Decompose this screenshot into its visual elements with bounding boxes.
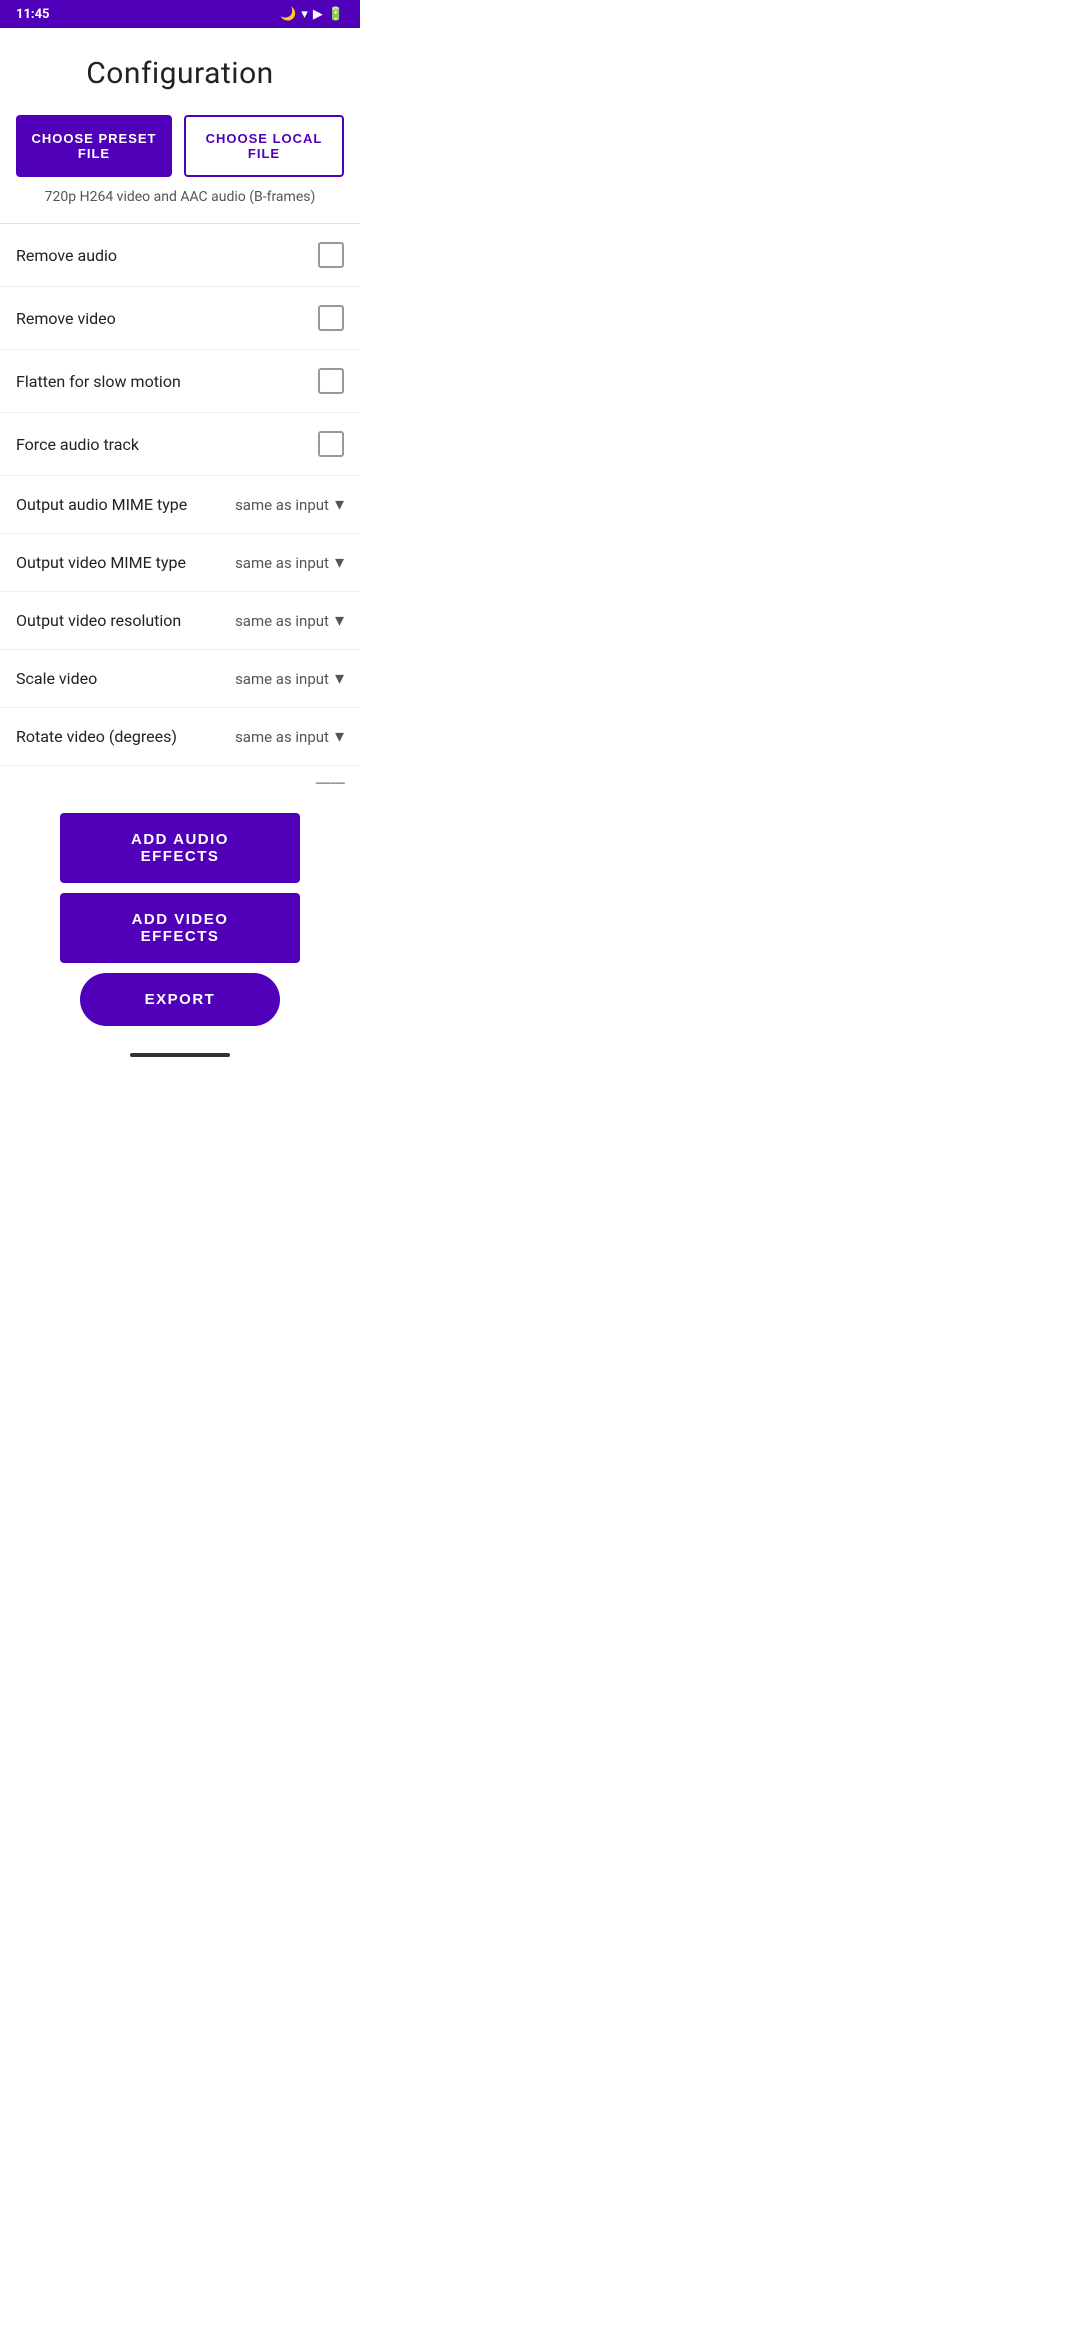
option-output-audio-mime-label: Output audio MIME type [16, 495, 235, 514]
option-force-audio-track-checkbox[interactable] [318, 431, 344, 457]
option-output-video-mime-value: same as input [235, 554, 329, 572]
option-scale-video-label: Scale video [16, 669, 235, 688]
option-rotate-video-dropdown[interactable]: same as input ▾ [235, 726, 344, 747]
option-rotate-video-label: Rotate video (degrees) [16, 727, 235, 746]
status-battery-icon: 🔋 [328, 7, 344, 22]
home-indicator [0, 1046, 360, 1070]
options-list: Remove audio Remove video Flatten for sl… [0, 224, 360, 766]
option-output-audio-mime: Output audio MIME type same as input ▾ [0, 476, 360, 534]
option-output-audio-mime-value: same as input [235, 496, 329, 514]
option-remove-video-label: Remove video [16, 309, 318, 328]
status-bar: 11:45 🌙 ▾ ▶ 🔋 [0, 0, 360, 28]
option-force-audio-track: Force audio track [0, 413, 360, 476]
export-button[interactable]: EXPORT [80, 973, 280, 1026]
option-force-audio-track-label: Force audio track [16, 435, 318, 454]
option-scale-video-dropdown[interactable]: same as input ▾ [235, 668, 344, 689]
preset-description: 720p H264 video and AAC audio (B-frames) [0, 185, 360, 223]
option-remove-video: Remove video [0, 287, 360, 350]
option-remove-audio-label: Remove audio [16, 246, 318, 265]
option-remove-video-checkbox[interactable] [318, 305, 344, 331]
page-header: Configuration [0, 28, 360, 107]
option-output-video-mime: Output video MIME type same as input ▾ [0, 534, 360, 592]
option-output-video-resolution-value: same as input [235, 612, 329, 630]
option-output-video-mime-label: Output video MIME type [16, 553, 235, 572]
option-output-video-resolution: Output video resolution same as input ▾ [0, 592, 360, 650]
choose-local-file-button[interactable]: CHOOSE LOCAL FILE [184, 115, 344, 177]
chevron-down-icon-2: ▾ [335, 552, 344, 573]
option-remove-audio-checkbox[interactable] [318, 242, 344, 268]
action-buttons: ADD AUDIO EFFECTS ADD VIDEO EFFECTS EXPO… [0, 799, 360, 1046]
chevron-down-icon-4: ▾ [335, 668, 344, 689]
page-title: Configuration [16, 56, 344, 91]
status-moon-icon: 🌙 [280, 7, 296, 22]
file-buttons-row: CHOOSE PRESET FILE CHOOSE LOCAL FILE [0, 107, 360, 185]
option-output-video-resolution-label: Output video resolution [16, 611, 235, 630]
option-flatten-slow-motion-label: Flatten for slow motion [16, 372, 318, 391]
add-video-effects-button[interactable]: ADD VIDEO EFFECTS [60, 893, 300, 963]
status-icons: 🌙 ▾ ▶ 🔋 [280, 7, 344, 22]
scroll-indicator: — — [0, 766, 360, 799]
option-rotate-video: Rotate video (degrees) same as input ▾ [0, 708, 360, 766]
status-time: 11:45 [16, 7, 50, 22]
option-output-audio-mime-dropdown[interactable]: same as input ▾ [235, 494, 344, 515]
add-audio-effects-button[interactable]: ADD AUDIO EFFECTS [60, 813, 300, 883]
option-scale-video-value: same as input [235, 670, 329, 688]
choose-preset-file-button[interactable]: CHOOSE PRESET FILE [16, 115, 172, 177]
chevron-down-icon-3: ▾ [335, 610, 344, 631]
option-rotate-video-value: same as input [235, 728, 329, 746]
option-flatten-slow-motion-checkbox[interactable] [318, 368, 344, 394]
option-output-video-resolution-dropdown[interactable]: same as input ▾ [235, 610, 344, 631]
chevron-down-icon: ▾ [335, 494, 344, 515]
option-remove-audio: Remove audio [0, 224, 360, 287]
status-wifi-icon: ▾ [301, 7, 308, 22]
status-signal-icon: ▶ [313, 7, 323, 22]
chevron-down-icon-5: ▾ [335, 726, 344, 747]
option-scale-video: Scale video same as input ▾ [0, 650, 360, 708]
option-output-video-mime-dropdown[interactable]: same as input ▾ [235, 552, 344, 573]
option-flatten-slow-motion: Flatten for slow motion [0, 350, 360, 413]
home-bar [130, 1053, 230, 1057]
